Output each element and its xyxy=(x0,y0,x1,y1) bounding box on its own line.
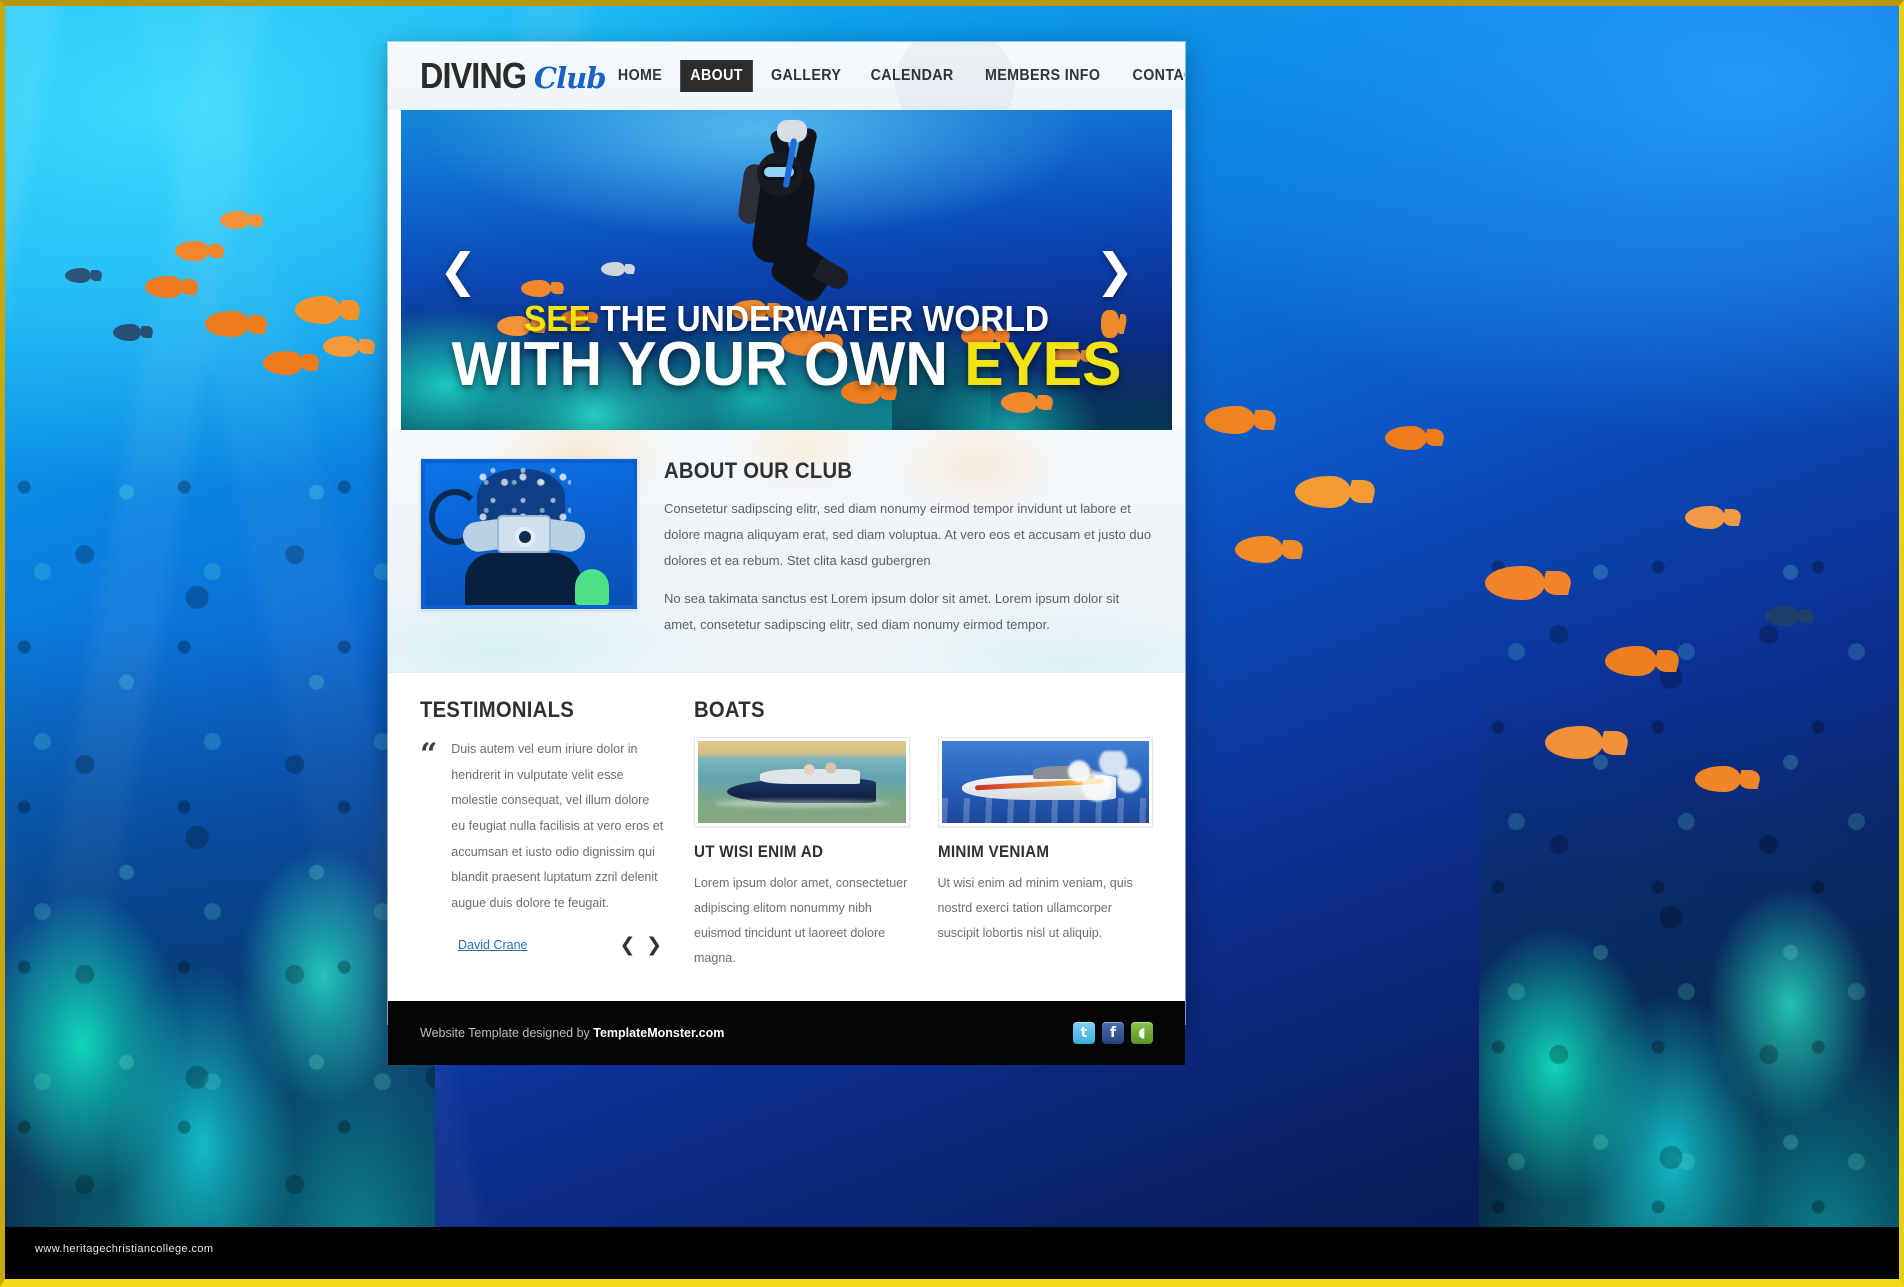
fish xyxy=(175,241,209,261)
boat-description: Lorem ipsum dolor amet, consectetuer adi… xyxy=(694,876,908,965)
testimonial-nav-arrows[interactable]: ❮ ❯ xyxy=(620,934,664,956)
testimonial-author-link[interactable]: David Crane xyxy=(458,938,527,952)
boat-card: MINIM VENIAM Ut wisi enim ad minim venia… xyxy=(937,737,1153,971)
about-thumbnail[interactable] xyxy=(420,458,638,610)
fish xyxy=(731,300,767,321)
fish xyxy=(1765,606,1799,626)
coral-texture xyxy=(5,439,435,1279)
nav-item-about[interactable]: ABOUT xyxy=(679,60,753,92)
boat-photo-frame[interactable] xyxy=(694,737,910,827)
fish xyxy=(145,276,183,298)
footer-credit: Website Template designed by TemplateMon… xyxy=(420,1026,724,1040)
quote-mark-icon: “ xyxy=(420,737,438,772)
fish xyxy=(220,211,250,229)
fish xyxy=(263,351,303,375)
fish xyxy=(961,326,995,346)
facebook-icon[interactable]: f xyxy=(1102,1022,1124,1044)
testimonials-column: TESTIMONIALS “ Duis autem vel eum iriure… xyxy=(420,697,664,971)
boat-photo-white-racing-boat xyxy=(941,741,1149,823)
page-watermark: www.heritagechristiancollege.com xyxy=(35,1243,214,1255)
fish xyxy=(561,310,587,325)
nav-item-home[interactable]: HOME xyxy=(608,60,673,92)
fish xyxy=(1051,348,1081,365)
website-container: DIVING Club HOME ABOUT GALLERY CALENDAR … xyxy=(388,42,1185,1065)
twitter-icon[interactable]: t xyxy=(1073,1022,1095,1044)
about-section-title: ABOUT OUR CLUB xyxy=(664,458,853,483)
boat-card: UT WISI ENIM AD Lorem ipsum dolor amet, … xyxy=(694,737,910,971)
nav-item-gallery[interactable]: GALLERY xyxy=(761,60,851,92)
fish xyxy=(65,268,91,283)
site-header: DIVING Club HOME ABOUT GALLERY CALENDAR … xyxy=(388,42,1185,110)
boats-column: BOATS UT WISI ENIM AD Lorem ipsum dolor … xyxy=(694,697,1153,971)
hero-next-arrow[interactable]: ❯ xyxy=(1095,247,1134,293)
hero-background-photo xyxy=(401,110,1172,430)
fish xyxy=(1685,506,1725,529)
coral-texture xyxy=(1479,519,1899,1279)
fish xyxy=(841,380,881,404)
coral-reef-right xyxy=(1479,519,1899,1279)
site-footer: Website Template designed by TemplateMon… xyxy=(388,1001,1185,1065)
hero-coral-right xyxy=(892,326,1172,430)
coral-reef-left xyxy=(5,439,435,1279)
fish xyxy=(781,330,825,356)
boat-photo-blue-speedboat xyxy=(698,741,906,823)
lower-content: TESTIMONIALS “ Duis autem vel eum iriure… xyxy=(388,672,1185,1001)
boats-section-title: BOATS xyxy=(694,697,765,722)
fish xyxy=(323,336,359,357)
about-paragraph-2: No sea takimata sanctus est Lorem ipsum … xyxy=(664,591,1120,632)
fish xyxy=(1695,766,1741,792)
about-section: ABOUT OUR CLUB Consetetur sadipscing eli… xyxy=(388,430,1185,672)
message-icon[interactable]: ◖ xyxy=(1131,1022,1153,1044)
nav-item-contacts[interactable]: CONTACTS xyxy=(1122,60,1185,92)
site-logo[interactable]: DIVING Club xyxy=(420,55,606,97)
testimonials-section-title: TESTIMONIALS xyxy=(420,697,574,722)
fish xyxy=(521,280,551,297)
fish xyxy=(295,296,341,324)
footer-credit-brand[interactable]: TemplateMonster.com xyxy=(593,1026,724,1040)
logo-secondary-text: Club xyxy=(534,61,606,95)
social-links: t f ◖ xyxy=(1073,1022,1153,1044)
footer-credit-prefix: Website Template designed by xyxy=(420,1026,594,1040)
fish xyxy=(1001,392,1037,413)
fish xyxy=(113,324,141,341)
main-navigation: HOME ABOUT GALLERY CALENDAR MEMBERS INFO… xyxy=(605,60,1185,92)
testimonial-quote-text: Duis autem vel eum iriure dolor in hendr… xyxy=(451,742,664,910)
fish xyxy=(1385,426,1427,450)
boat-title: MINIM VENIAM xyxy=(937,843,1049,861)
nav-item-calendar[interactable]: CALENDAR xyxy=(860,60,963,92)
logo-primary-text: DIVING xyxy=(420,55,527,96)
hero-prev-arrow[interactable]: ❮ xyxy=(439,247,478,293)
diver-with-camera-photo xyxy=(425,463,633,605)
boat-photo-frame[interactable] xyxy=(937,737,1153,827)
boat-description: Ut wisi enim ad minim veniam, quis nostr… xyxy=(937,876,1133,940)
screenshot-viewport: DIVING Club HOME ABOUT GALLERY CALENDAR … xyxy=(0,0,1904,1287)
hero-slider[interactable]: ❮ ❯ SEE THE UNDERWATER WORLD WITH YOUR O… xyxy=(401,110,1172,430)
fish xyxy=(205,311,249,337)
fish xyxy=(1101,310,1119,338)
bottom-black-band xyxy=(5,1227,1899,1279)
about-paragraph-1: Consetetur sadipscing elitr, sed diam no… xyxy=(664,501,1152,568)
fish xyxy=(497,316,531,336)
fish xyxy=(601,262,625,276)
boat-title: UT WISI ENIM AD xyxy=(694,843,824,861)
nav-item-members-info[interactable]: MEMBERS INFO xyxy=(975,60,1111,92)
